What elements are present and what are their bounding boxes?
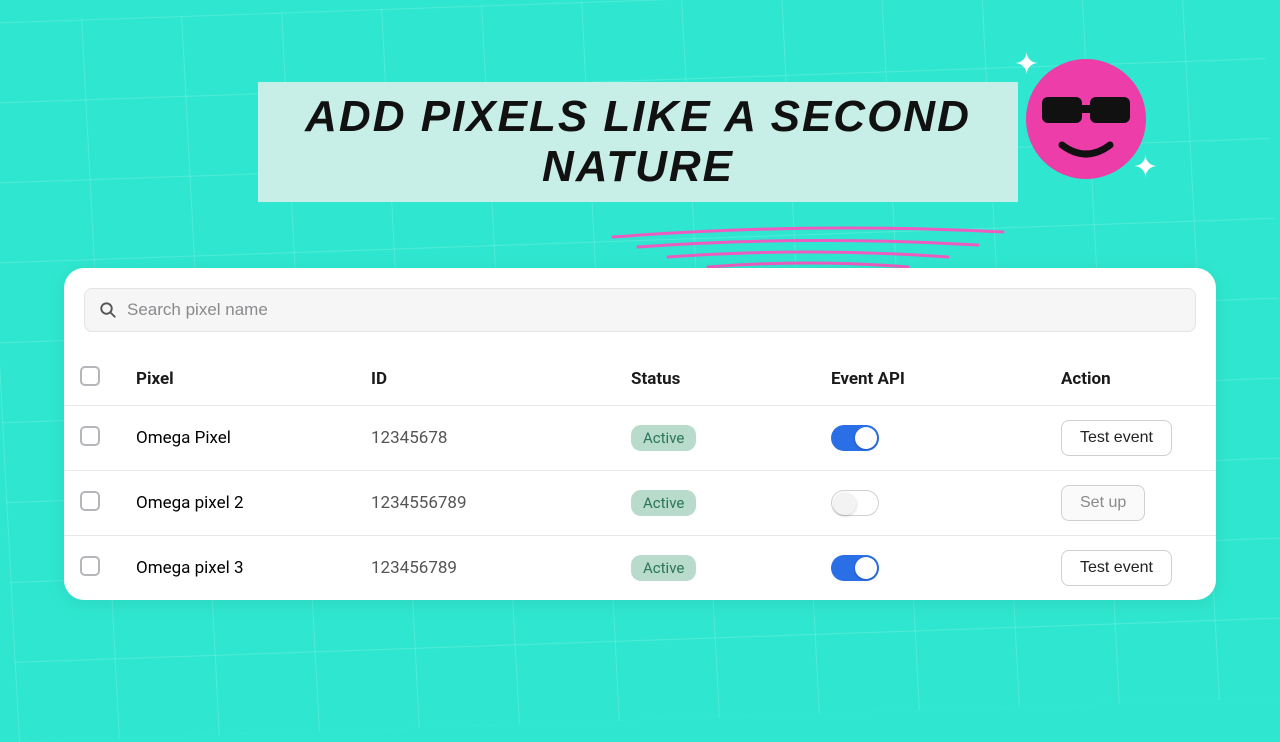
event-api-toggle[interactable] (831, 490, 879, 516)
row-action-button[interactable]: Test event (1061, 420, 1172, 456)
pixel-name: Omega Pixel (120, 406, 355, 471)
cool-emoji-icon: ✦ ✦ (1022, 55, 1150, 183)
pixel-table-card: Pixel ID Status Event API Action Omega P… (64, 268, 1216, 600)
event-api-toggle[interactable] (831, 425, 879, 451)
column-header-event-api: Event API (815, 352, 1045, 406)
column-header-id: ID (355, 352, 615, 406)
search-icon (99, 301, 117, 319)
sparkle-icon: ✦ (1133, 150, 1158, 185)
search-bar[interactable] (84, 288, 1196, 332)
row-checkbox[interactable] (80, 426, 100, 446)
table-row: Omega pixel 3123456789 Active Test event (64, 536, 1216, 601)
select-all-checkbox[interactable] (80, 366, 100, 386)
column-header-status: Status (615, 352, 815, 406)
pixel-id: 123456789 (355, 536, 615, 601)
pixel-id: 1234556789 (355, 471, 615, 536)
status-badge: Active (631, 490, 696, 516)
column-header-pixel: Pixel (120, 352, 355, 406)
search-input[interactable] (127, 300, 1181, 320)
event-api-toggle[interactable] (831, 555, 879, 581)
table-row: Omega Pixel12345678 Active Test event (64, 406, 1216, 471)
status-badge: Active (631, 425, 696, 451)
pixel-name: Omega pixel 3 (120, 536, 355, 601)
status-badge: Active (631, 555, 696, 581)
row-action-button[interactable]: Set up (1061, 485, 1145, 521)
pixel-table: Pixel ID Status Event API Action Omega P… (64, 352, 1216, 600)
pixel-name: Omega pixel 2 (120, 471, 355, 536)
page-headline: ADD PIXELS LIKE A SECOND NATURE (258, 82, 1018, 202)
row-action-button[interactable]: Test event (1061, 550, 1172, 586)
row-checkbox[interactable] (80, 556, 100, 576)
table-row: Omega pixel 21234556789 Active Set up (64, 471, 1216, 536)
pixel-id: 12345678 (355, 406, 615, 471)
row-checkbox[interactable] (80, 491, 100, 511)
headline-container: ADD PIXELS LIKE A SECOND NATURE (258, 82, 1018, 202)
column-header-action: Action (1045, 352, 1216, 406)
sparkle-icon: ✦ (1014, 47, 1039, 82)
